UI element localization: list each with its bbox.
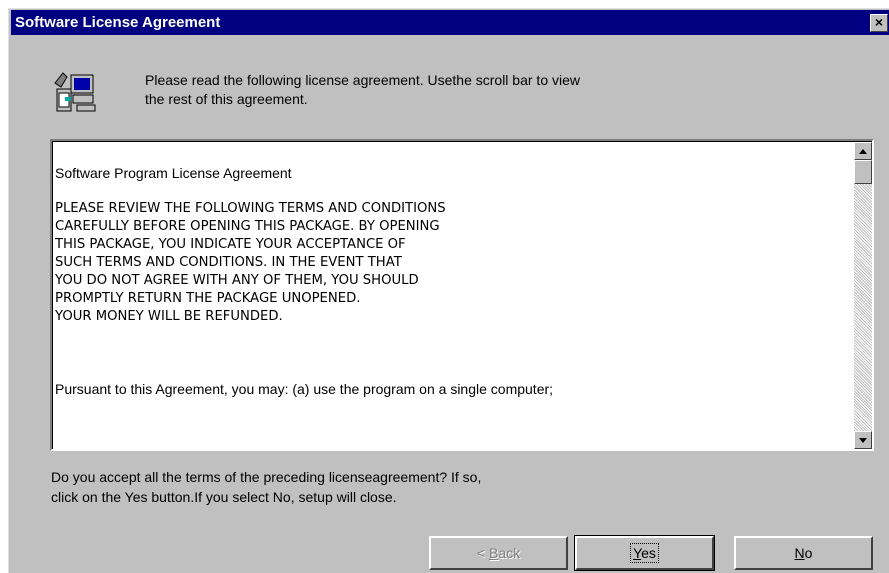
license-term-line: CAREFULLY BEFORE OPENING THIS PACKAGE. B… xyxy=(55,219,440,234)
chevron-down-icon[interactable] xyxy=(854,431,872,449)
question-line: click on the Yes button.If you select No… xyxy=(51,489,397,505)
yes-rest: es xyxy=(641,545,656,561)
no-button[interactable]: No xyxy=(734,536,873,570)
dialog-title: Software License Agreement xyxy=(15,14,221,31)
license-terms: PLEASE REVIEW THE FOLLOWING TERMS AND CO… xyxy=(55,200,845,326)
no-rest: o xyxy=(804,545,813,561)
back-rest: ack xyxy=(498,545,521,561)
back-button[interactable]: < Back xyxy=(429,536,568,570)
license-term-line: SUCH TERMS AND CONDITIONS. IN THE EVENT … xyxy=(55,255,402,270)
vertical-scrollbar[interactable] xyxy=(854,142,872,449)
instruction-line: the rest of this agreement. xyxy=(145,91,308,107)
license-heading: Software Program License Agreement xyxy=(55,165,292,181)
license-term-line: THIS PACKAGE, YOU INDICATE YOUR ACCEPTAN… xyxy=(55,237,406,252)
license-pursuant: Pursuant to this Agreement, you may: (a)… xyxy=(55,381,554,397)
instruction-text: Please read the following license agreem… xyxy=(145,71,705,109)
yes-mnemonic: Y xyxy=(633,545,642,561)
computer-setup-icon xyxy=(54,72,96,112)
license-dialog: Software License Agreement × Please read… xyxy=(8,8,889,573)
instruction-line: Please read the following license agreem… xyxy=(145,72,581,88)
close-icon[interactable]: × xyxy=(870,14,888,32)
license-content: Software Program License Agreement PLEAS… xyxy=(55,164,845,398)
yes-focus: Yes xyxy=(630,543,659,563)
chevron-up-icon[interactable] xyxy=(854,142,872,160)
license-text-box[interactable]: Software Program License Agreement PLEAS… xyxy=(50,139,874,451)
no-mnemonic: N xyxy=(794,545,805,561)
yes-button[interactable]: Yes xyxy=(574,535,715,571)
license-term-line: PROMPTLY RETURN THE PACKAGE UNOPENED. xyxy=(55,291,361,306)
scroll-thumb[interactable] xyxy=(854,160,872,184)
accept-question: Do you accept all the terms of the prece… xyxy=(51,467,751,507)
license-term-line: YOU DO NOT AGREE WITH ANY OF THEM, YOU S… xyxy=(55,273,419,288)
back-prefix: < xyxy=(476,545,489,561)
license-term-line: YOUR MONEY WILL BE REFUNDED. xyxy=(55,309,283,324)
title-bar[interactable]: Software License Agreement × xyxy=(11,10,889,35)
question-line: Do you accept all the terms of the prece… xyxy=(51,469,482,485)
license-term-line: PLEASE REVIEW THE FOLLOWING TERMS AND CO… xyxy=(55,201,446,216)
back-mnemonic: B xyxy=(488,545,499,561)
